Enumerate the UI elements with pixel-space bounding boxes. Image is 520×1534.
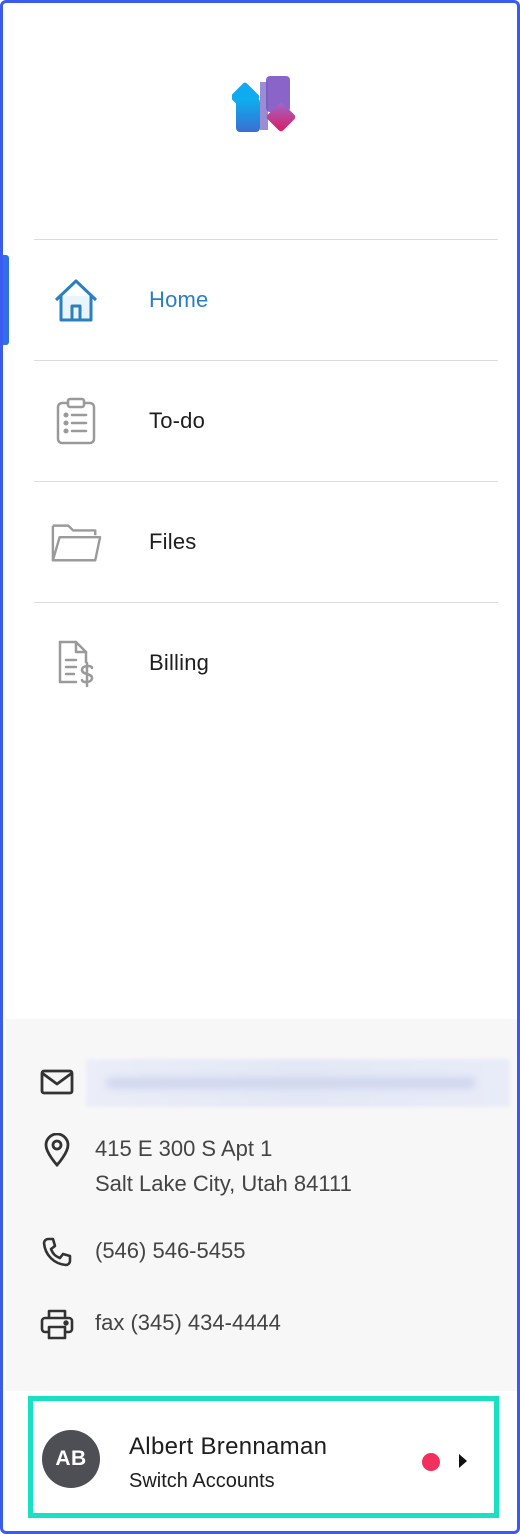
app-logo[interactable] bbox=[230, 74, 298, 136]
phone-icon bbox=[38, 1233, 76, 1271]
fax-row: fax (345) 434-4444 bbox=[38, 1305, 281, 1343]
main-nav: Home To-do Files Billing bbox=[34, 239, 498, 723]
mail-icon bbox=[38, 1063, 76, 1101]
nav-label-billing: Billing bbox=[149, 650, 210, 675]
location-pin-icon bbox=[38, 1131, 76, 1169]
status-dot bbox=[422, 1453, 440, 1471]
billing-icon bbox=[50, 637, 102, 689]
email-row bbox=[38, 1063, 76, 1101]
phone-row: (546) 546-5455 bbox=[38, 1233, 245, 1271]
switch-accounts-label: Switch Accounts bbox=[129, 1470, 275, 1492]
chevron-right-icon bbox=[459, 1454, 467, 1468]
account-name: Albert Brennaman bbox=[129, 1433, 328, 1460]
address-line2: Salt Lake City, Utah 84111 bbox=[95, 1171, 352, 1196]
folder-icon bbox=[50, 516, 102, 568]
active-indicator bbox=[3, 255, 9, 345]
nav-label-files: Files bbox=[149, 529, 197, 554]
address-row: 415 E 300 S Apt 1 Salt Lake City, Utah 8… bbox=[38, 1131, 352, 1196]
address-line1: 415 E 300 S Apt 1 bbox=[95, 1136, 273, 1161]
phone-number[interactable]: (546) 546-5455 bbox=[95, 1233, 245, 1268]
nav-item-todo[interactable]: To-do bbox=[34, 360, 498, 481]
sidebar-panel: Home To-do Files Billing 415 E 300 S Apt… bbox=[0, 0, 520, 1534]
nav-item-home[interactable]: Home bbox=[34, 239, 498, 360]
email-redacted bbox=[86, 1059, 510, 1107]
avatar: AB bbox=[42, 1430, 100, 1488]
printer-icon bbox=[38, 1305, 76, 1343]
home-icon bbox=[50, 274, 102, 326]
clipboard-icon bbox=[50, 395, 102, 447]
fax-number: fax (345) 434-4444 bbox=[95, 1310, 281, 1335]
nav-item-billing[interactable]: Billing bbox=[34, 602, 498, 723]
nav-label-home: Home bbox=[149, 287, 209, 312]
account-switcher[interactable]: AB Albert Brennaman Switch Accounts bbox=[28, 1396, 499, 1518]
nav-label-todo: To-do bbox=[149, 408, 206, 433]
contact-panel: 415 E 300 S Apt 1 Salt Lake City, Utah 8… bbox=[6, 1019, 517, 1391]
nav-item-files[interactable]: Files bbox=[34, 481, 498, 602]
